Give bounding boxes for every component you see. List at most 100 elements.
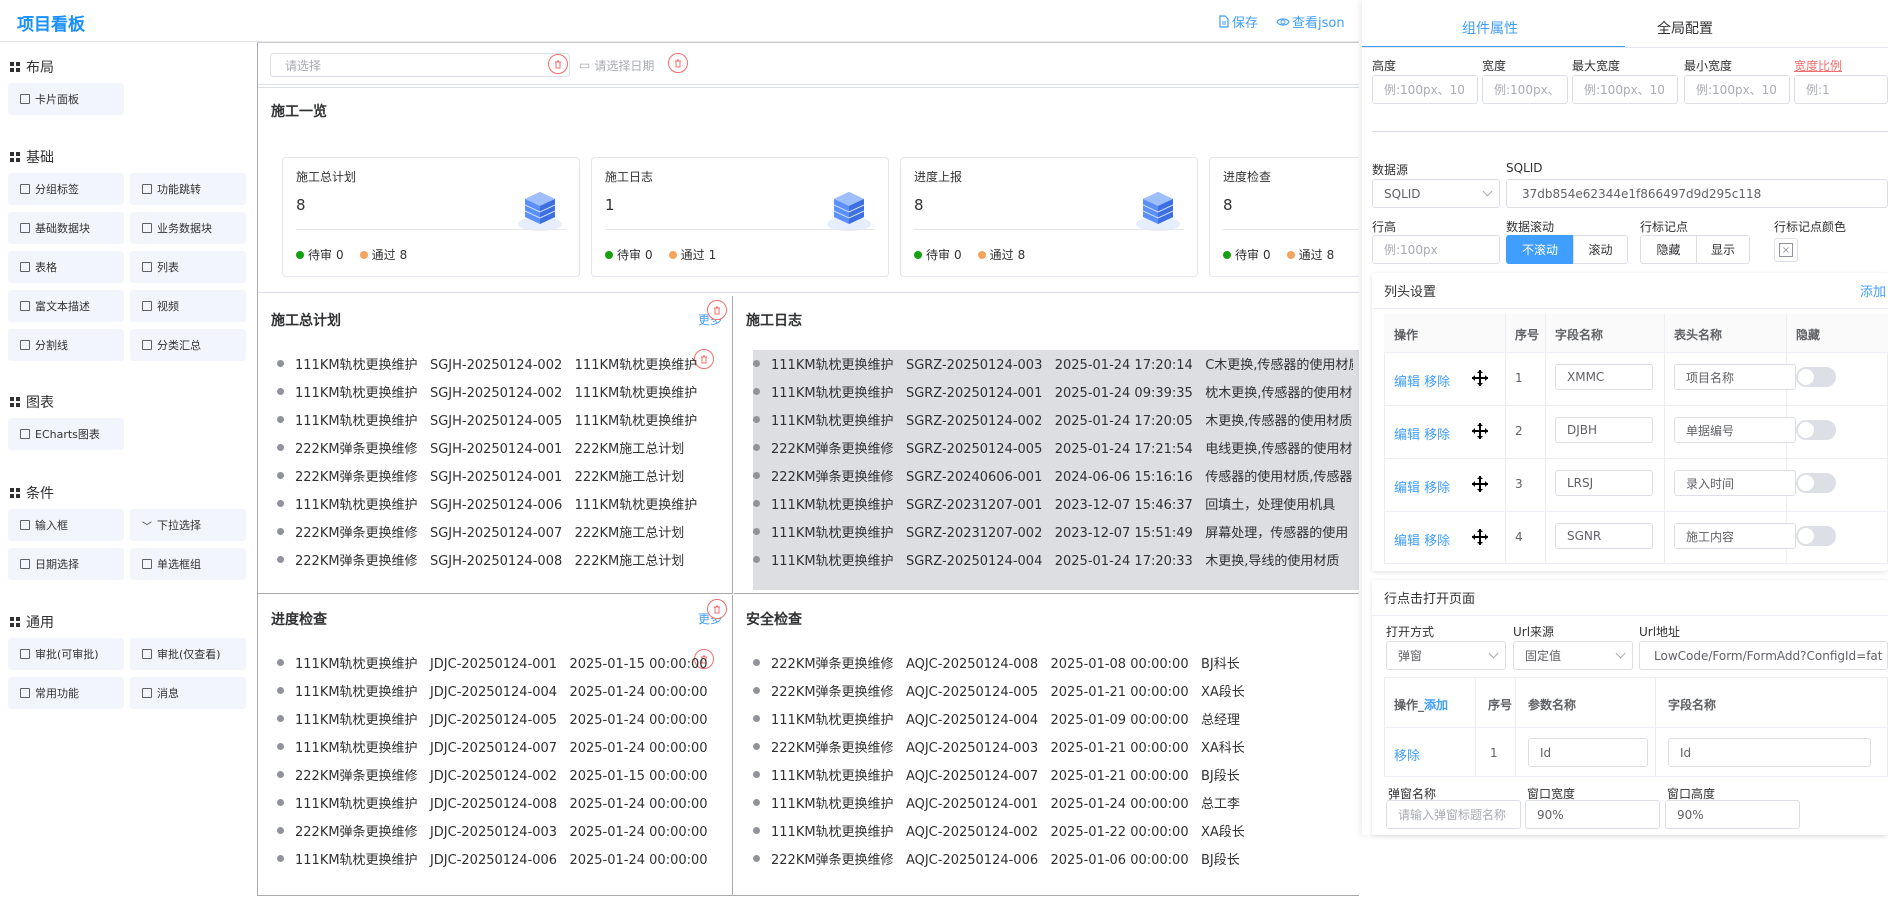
list-item[interactable]: 222KM弹条更换维修 SGJH-20250124-001 222KM施工总计划: [277, 466, 684, 485]
list-item[interactable]: 111KM轨枕更换维护 SGRZ-20250124-001 2025-01-24…: [753, 382, 1353, 401]
comp-radio-group[interactable]: 单选框组: [130, 548, 246, 580]
list-item[interactable]: 222KM弹条更换维修 SGRZ-20240606-001 2024-06-06…: [753, 466, 1352, 485]
hide-toggle[interactable]: [1796, 420, 1836, 440]
date-filter[interactable]: ▭ 请选择日期: [574, 53, 676, 77]
list-item[interactable]: 222KM弹条更换维修 SGJH-20250124-007 222KM施工总计划: [277, 522, 684, 541]
list-item[interactable]: 222KM弹条更换维修 SGJH-20250124-008 222KM施工总计划: [277, 550, 684, 569]
list-item[interactable]: 222KM弹条更换维修 SGRZ-20250124-005 2025-01-24…: [753, 438, 1352, 457]
comp-date-picker[interactable]: 日期选择: [8, 548, 124, 580]
header-name-input[interactable]: 单据编号: [1674, 417, 1796, 443]
comp-approval-editable[interactable]: 审批(可审批): [8, 638, 124, 670]
list-item[interactable]: 111KM轨枕更换维护 JDJC-20250124-005 2025-01-24…: [277, 709, 708, 728]
list-item[interactable]: 111KM轨枕更换维护 SGRZ-20250124-004 2025-01-24…: [753, 550, 1339, 569]
add-param-link[interactable]: 添加: [1424, 698, 1448, 712]
url-source-select[interactable]: 固定值: [1513, 641, 1633, 670]
drag-move-icon[interactable]: [1471, 422, 1489, 443]
list-item[interactable]: 111KM轨枕更换维护 SGRZ-20231207-001 2023-12-07…: [753, 494, 1335, 513]
comp-message[interactable]: 消息: [130, 677, 246, 709]
remove-column-link[interactable]: 移除: [1424, 428, 1450, 443]
remove-column-link[interactable]: 移除: [1424, 534, 1450, 549]
popup-name-input[interactable]: 请输入弹窗标题名称: [1386, 800, 1521, 829]
stat-card[interactable]: 进度检查 8 待审 0 通过 8: [1209, 157, 1359, 277]
list-item[interactable]: 111KM轨枕更换维护 SGJH-20250124-006 111KM轨枕更换维…: [277, 494, 697, 513]
comp-approval-view[interactable]: 审批(仅查看): [130, 638, 246, 670]
comp-common-functions[interactable]: 常用功能: [8, 677, 124, 709]
list-item[interactable]: 111KM轨枕更换维护 JDJC-20250124-008 2025-01-24…: [277, 793, 708, 812]
list-item[interactable]: 111KM轨枕更换维护 AQJC-20250124-001 2025-01-24…: [753, 793, 1240, 812]
list-item[interactable]: 111KM轨枕更换维护 SGRZ-20250124-003 2025-01-24…: [753, 354, 1353, 373]
field-name-input[interactable]: DJBH: [1555, 417, 1653, 443]
height-input[interactable]: 例:100px、10: [1372, 75, 1478, 104]
comp-card-panel[interactable]: 卡片面板: [8, 83, 124, 115]
param-name-input[interactable]: Id: [1528, 738, 1648, 767]
list-item[interactable]: 111KM轨枕更换维护 JDJC-20250124-007 2025-01-24…: [277, 737, 708, 756]
width-ratio-label[interactable]: 宽度比例: [1794, 57, 1842, 74]
select-filter[interactable]: 请选择: [270, 53, 570, 77]
header-name-input[interactable]: 录入时间: [1674, 470, 1796, 496]
add-column-link[interactable]: 添加: [1860, 281, 1886, 300]
hide-toggle[interactable]: [1796, 526, 1836, 546]
row-height-input[interactable]: 例:100px: [1372, 235, 1500, 264]
marker-hide-button[interactable]: 隐藏: [1640, 235, 1697, 264]
field-name-input[interactable]: SGNR: [1555, 523, 1653, 549]
comp-basic-data-block[interactable]: 基础数据块: [8, 212, 124, 244]
list-item[interactable]: 222KM弹条更换维修 JDJC-20250124-003 2025-01-24…: [277, 821, 708, 840]
list-item[interactable]: 222KM弹条更换维修 AQJC-20250124-006 2025-01-06…: [753, 849, 1240, 868]
param-field-input[interactable]: Id: [1668, 738, 1871, 767]
width-ratio-input[interactable]: 例:1: [1794, 75, 1888, 104]
hide-toggle[interactable]: [1796, 367, 1836, 387]
no-scroll-button[interactable]: 不滚动: [1506, 235, 1574, 264]
list-item[interactable]: 111KM轨枕更换维护 SGRZ-20231207-002 2023-12-07…: [753, 522, 1348, 541]
field-name-input[interactable]: XMMC: [1555, 364, 1653, 390]
scroll-button[interactable]: 滚动: [1573, 235, 1628, 264]
url-input[interactable]: LowCode/Form/FormAdd?ConfigId=fat: [1639, 641, 1888, 670]
list-item[interactable]: 111KM轨枕更换维护 JDJC-20250124-006 2025-01-24…: [277, 849, 708, 868]
edit-column-link[interactable]: 编辑: [1394, 481, 1420, 496]
list-item[interactable]: 111KM轨枕更换维护 AQJC-20250124-002 2025-01-22…: [753, 821, 1245, 840]
drag-move-icon[interactable]: [1471, 369, 1489, 390]
stat-card[interactable]: 进度上报 8 待审 0 通过 8: [900, 157, 1198, 277]
list-item[interactable]: 111KM轨枕更换维护 AQJC-20250124-004 2025-01-09…: [753, 709, 1240, 728]
field-name-input[interactable]: LRSJ: [1555, 470, 1653, 496]
comp-input[interactable]: 输入框: [8, 509, 124, 541]
max-width-input[interactable]: 例:100px、10: [1572, 75, 1678, 104]
list-item[interactable]: 111KM轨枕更换维护 SGRZ-20250124-002 2025-01-24…: [753, 410, 1352, 429]
stat-card[interactable]: 施工日志 1 待审 0 通过 1: [591, 157, 889, 277]
list-item[interactable]: 111KM轨枕更换维护 JDJC-20250124-004 2025-01-24…: [277, 681, 708, 700]
comp-function-jump[interactable]: 功能跳转: [130, 173, 246, 205]
comp-group-tabs[interactable]: 分组标签: [8, 173, 124, 205]
list-item[interactable]: 222KM弹条更换维修 SGJH-20250124-001 222KM施工总计划: [277, 438, 684, 457]
sqlid-input[interactable]: 37db854e62344e1f866497d9d295c118: [1506, 179, 1888, 208]
open-mode-select[interactable]: 弹窗: [1386, 641, 1506, 670]
list-item[interactable]: 111KM轨枕更换维护 JDJC-20250124-001 2025-01-15…: [277, 653, 708, 672]
list-item[interactable]: 111KM轨枕更换维护 SGJH-20250124-002 111KM轨枕更换维…: [277, 382, 697, 401]
tab-component-props[interactable]: 组件属性: [1462, 18, 1518, 38]
list-item[interactable]: 111KM轨枕更换维护 SGJH-20250124-002 111KM轨枕更换维…: [277, 354, 697, 373]
remove-column-link[interactable]: 移除: [1424, 481, 1450, 496]
drag-move-icon[interactable]: [1471, 528, 1489, 549]
comp-dropdown[interactable]: ﹀ 下拉选择: [130, 509, 246, 541]
marker-show-button[interactable]: 显示: [1696, 235, 1750, 264]
delete-icon[interactable]: [548, 54, 568, 74]
stat-card[interactable]: 施工总计划 8 待审 0 通过 8: [282, 157, 580, 277]
list-item[interactable]: 222KM弹条更换维修 JDJC-20250124-002 2025-01-15…: [277, 765, 708, 784]
tab-global-config[interactable]: 全局配置: [1657, 18, 1713, 38]
list-item[interactable]: 222KM弹条更换维修 AQJC-20250124-008 2025-01-08…: [753, 653, 1240, 672]
comp-video[interactable]: 视频: [130, 290, 246, 322]
comp-rich-text[interactable]: 富文本描述: [8, 290, 124, 322]
edit-column-link[interactable]: 编辑: [1394, 534, 1420, 549]
datasource-select[interactable]: SQLID: [1372, 179, 1500, 208]
list-item[interactable]: 222KM弹条更换维修 AQJC-20250124-003 2025-01-21…: [753, 737, 1245, 756]
delete-icon[interactable]: [707, 300, 727, 320]
comp-echarts[interactable]: ECharts图表: [8, 418, 124, 450]
edit-column-link[interactable]: 编辑: [1394, 428, 1420, 443]
header-name-input[interactable]: 项目名称: [1674, 364, 1796, 390]
comp-divider[interactable]: 分割线: [8, 329, 124, 361]
marker-color-picker[interactable]: ×: [1774, 238, 1798, 262]
edit-column-link[interactable]: 编辑: [1394, 375, 1420, 390]
drag-move-icon[interactable]: [1471, 475, 1489, 496]
window-height-input[interactable]: 90%: [1665, 800, 1800, 829]
list-item[interactable]: 111KM轨枕更换维护 SGJH-20250124-005 111KM轨枕更换维…: [277, 410, 697, 429]
comp-business-data-block[interactable]: 业务数据块: [130, 212, 246, 244]
remove-param-link[interactable]: 移除: [1394, 745, 1420, 764]
